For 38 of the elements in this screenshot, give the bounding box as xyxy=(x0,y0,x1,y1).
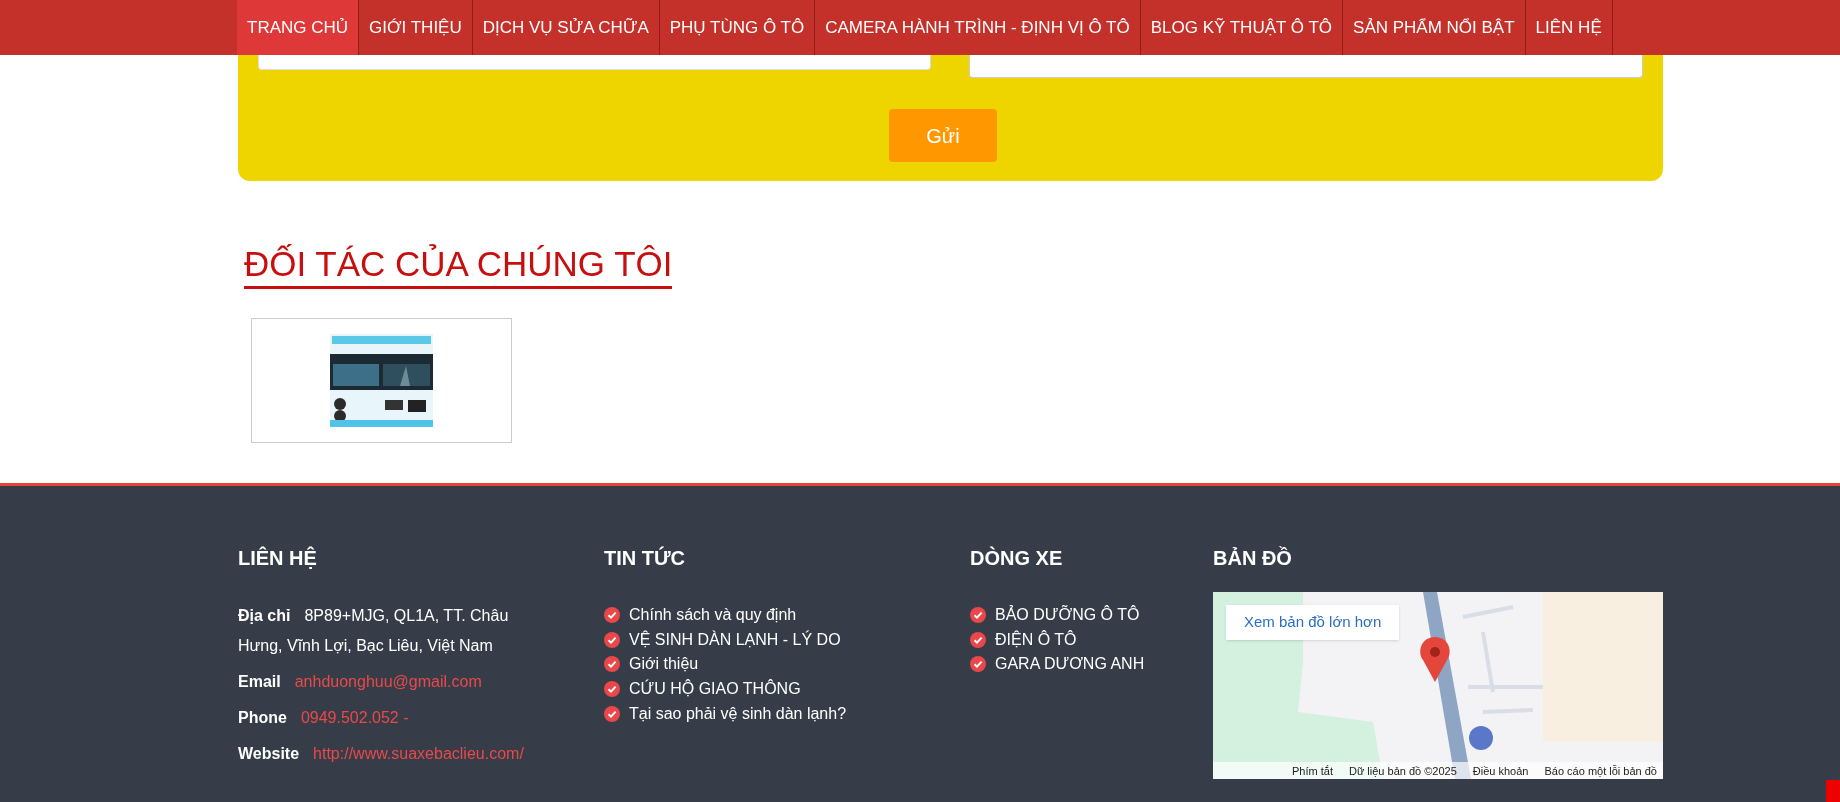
corner-button[interactable] xyxy=(1826,780,1840,802)
check-icon xyxy=(970,631,986,648)
footer-heading: BẢN ĐỒ xyxy=(1213,546,1293,570)
larger-map-link[interactable]: Xem bản đồ lớn hơn xyxy=(1226,605,1400,640)
footer-link[interactable]: CỨU HỘ GIAO THÔNG xyxy=(629,677,801,702)
textarea-field[interactable] xyxy=(969,55,1643,78)
map-attribution-link[interactable]: Điều khoản xyxy=(1472,764,1529,778)
footer-heading: LIÊN HỆ xyxy=(238,546,318,570)
contact-label: Phone xyxy=(238,709,287,726)
footer-link[interactable]: BẢO DƯỠNG Ô TÔ xyxy=(995,603,1140,628)
partner-card[interactable] xyxy=(251,318,512,443)
contact-link[interactable]: http://www.suaxebaclieu.com/ xyxy=(313,745,524,762)
footer-link[interactable]: VỆ SINH DÀN LẠNH - LÝ DO xyxy=(629,627,841,652)
nav-item[interactable]: TRANG CHỦ xyxy=(237,0,360,55)
footer-link[interactable]: ĐIỆN Ô TÔ xyxy=(995,627,1077,652)
check-icon xyxy=(604,681,620,698)
check-icon xyxy=(970,607,986,624)
contact-link[interactable]: anhduonghuu@gmail.com xyxy=(294,673,482,690)
check-icon xyxy=(604,631,620,648)
footer-link[interactable]: Chính sách và quy định xyxy=(629,603,797,628)
map-attribution-link[interactable]: Báo cáo một lỗi bản đồ xyxy=(1544,764,1657,778)
contact-link[interactable]: 0949.502.052 - xyxy=(300,709,409,726)
check-icon xyxy=(970,656,986,673)
footer-link[interactable]: GARA DƯƠNG ANH xyxy=(995,652,1145,677)
map-attribution-link[interactable]: Phím tắt xyxy=(1292,764,1333,778)
input-field[interactable] xyxy=(258,55,931,70)
map-attribution-link[interactable]: Dữ liệu bản đồ ©2025 xyxy=(1349,764,1457,778)
check-icon xyxy=(604,607,620,624)
footer-heading: TIN TỨC xyxy=(604,546,687,570)
section-heading: ĐỐI TÁC CỦA CHÚNG TÔI xyxy=(244,244,673,289)
address-text: Địa chỉ 8P89+MJG, QL1A, TT. Châu Hưng, Vĩnh Lợi, Bạc Liêu, Việt Nam xyxy=(238,606,510,656)
contact-label: Email xyxy=(238,673,281,690)
check-icon xyxy=(604,656,620,673)
footer-link[interactable]: Tại sao phải vệ sinh dàn lạnh? xyxy=(629,701,847,726)
check-icon xyxy=(604,705,620,722)
contact-label: Website xyxy=(238,745,300,762)
footer-heading: DÒNG XE xyxy=(970,546,1064,570)
footer-link[interactable]: Giới thiệu xyxy=(629,652,699,677)
